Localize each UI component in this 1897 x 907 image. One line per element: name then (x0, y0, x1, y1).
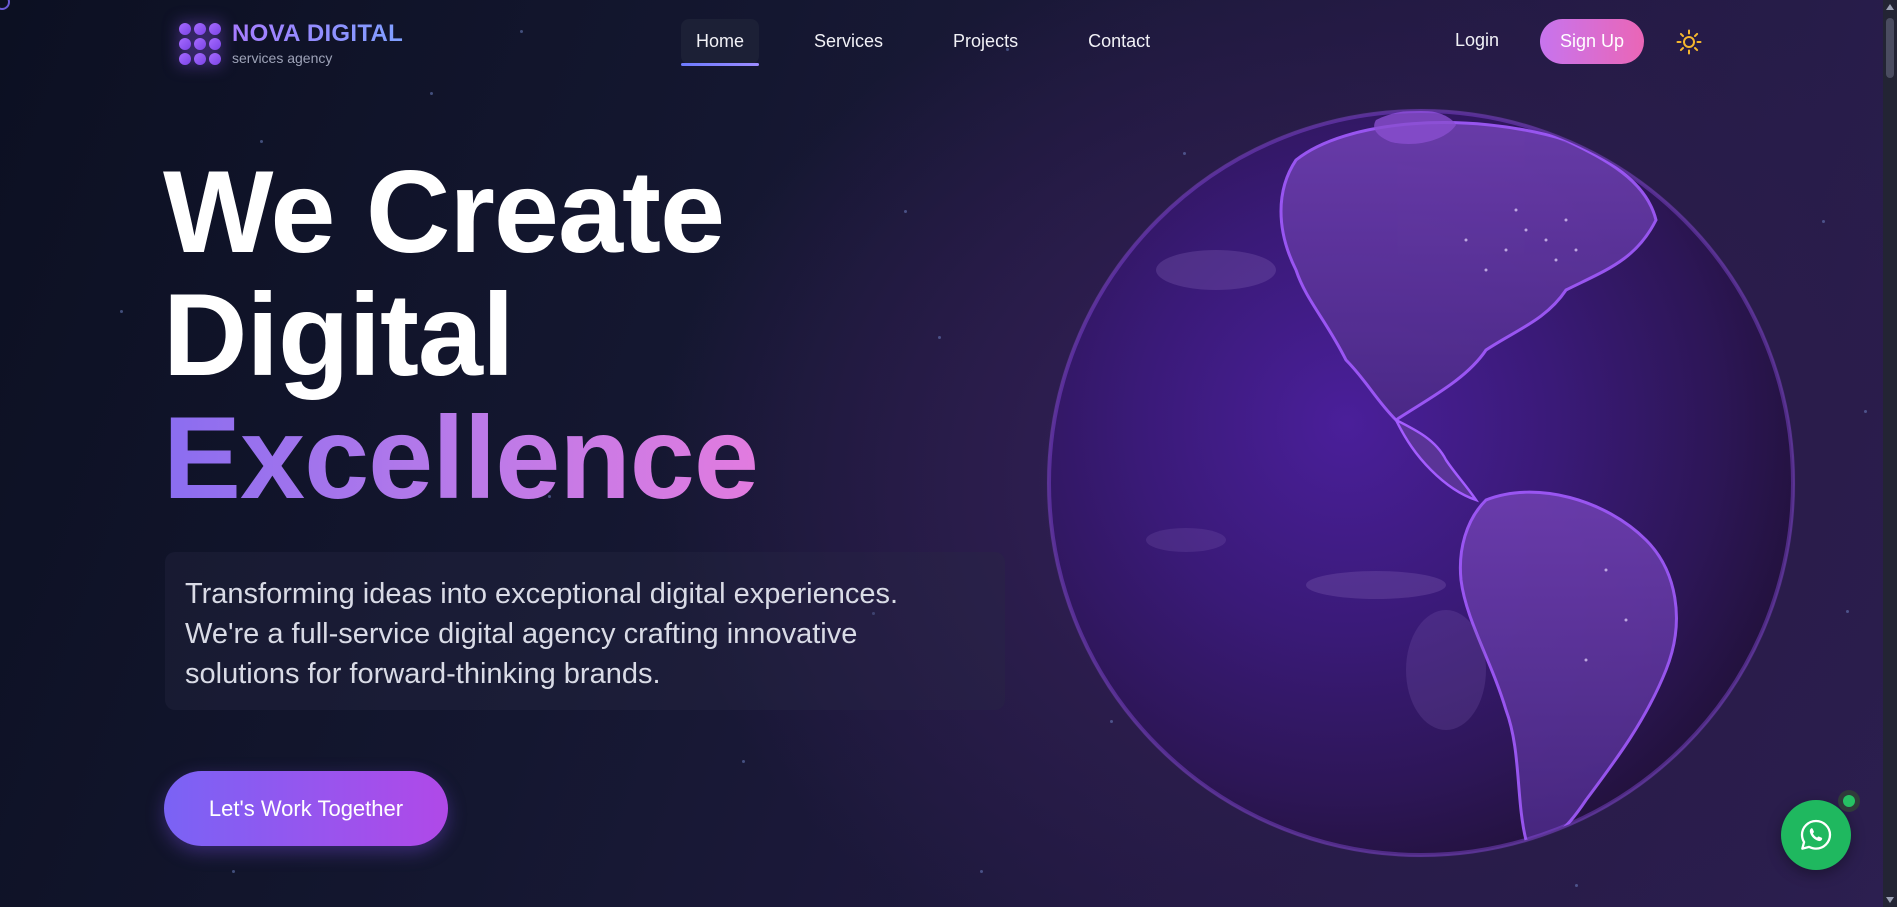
star (742, 760, 745, 763)
brand-text: NOVA DIGITAL services agency (232, 20, 403, 66)
scroll-up-icon[interactable] (1886, 4, 1894, 10)
brand-tagline: services agency (232, 50, 333, 66)
star (904, 210, 907, 213)
star (1846, 610, 1849, 613)
scroll-thumb[interactable] (1886, 18, 1894, 78)
login-link[interactable]: Login (1455, 30, 1499, 51)
brand-logo-link[interactable]: NOVA DIGITAL services agency (178, 20, 403, 66)
star (260, 140, 263, 143)
online-status-badge (1838, 790, 1860, 812)
star (430, 92, 433, 95)
hero-line-3: Excellence (163, 392, 759, 523)
brand-name: NOVA DIGITAL (232, 20, 404, 47)
nav-link-services[interactable]: Services (799, 19, 898, 64)
nav-link-contact[interactable]: Contact (1073, 19, 1165, 64)
star (120, 310, 123, 313)
hero-line-1: We Create (163, 146, 725, 277)
dots-grid-logo-icon (178, 22, 221, 65)
main-nav: Home Services Projects Contact (681, 19, 1205, 66)
page-scrollbar[interactable] (1883, 0, 1897, 907)
top-navbar: NOVA DIGITAL services agency Home Servic… (0, 0, 1883, 84)
star (1822, 220, 1825, 223)
star (980, 870, 983, 873)
signup-button[interactable]: Sign Up (1540, 19, 1644, 64)
nav-link-home[interactable]: Home (681, 19, 760, 66)
hero-line-2: Digital (163, 269, 515, 400)
star (938, 336, 941, 339)
earth-globe-image (1046, 108, 1796, 858)
star (1575, 884, 1578, 887)
sun-icon[interactable] (1676, 29, 1702, 55)
hero-description: Transforming ideas into exceptional digi… (185, 578, 899, 690)
work-together-button[interactable]: Let's Work Together (164, 771, 448, 846)
nav-link-projects[interactable]: Projects (938, 19, 1033, 64)
whatsapp-button[interactable] (1781, 800, 1851, 870)
star (232, 870, 235, 873)
whatsapp-icon (1800, 819, 1832, 850)
hero-description-box: Transforming ideas into exceptional digi… (165, 552, 1005, 710)
scroll-down-icon[interactable] (1886, 897, 1894, 903)
hero-headline: We Create Digital Excellence (163, 146, 759, 523)
star (1864, 410, 1867, 413)
